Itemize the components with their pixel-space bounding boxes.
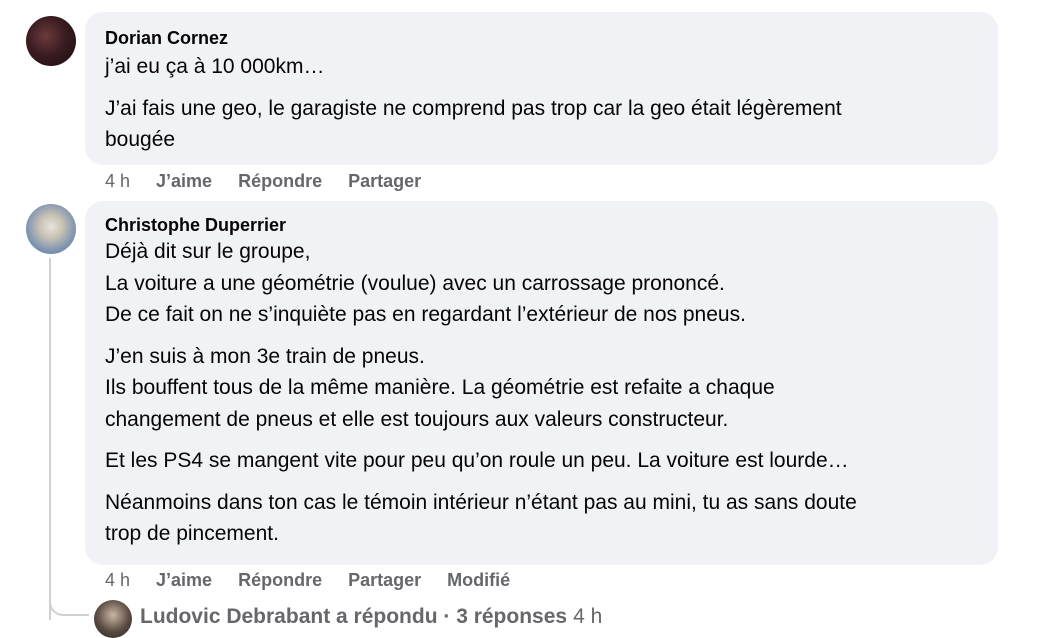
comment-body: j’ai eu ça à 10 000km… J’ai fais une geo… <box>105 51 998 156</box>
comment-text-line: Néanmoins dans ton cas le témoin intérie… <box>105 490 857 514</box>
thread-line <box>49 258 51 620</box>
comment-bubble: Dorian Cornez j’ai eu ça à 10 000km… J’a… <box>85 12 998 165</box>
comment-text-line: Ils bouffent tous de la même manière. La… <box>105 376 775 399</box>
comment-text-line: Et les PS4 se mangent vite pour peu qu’o… <box>105 449 849 472</box>
share-button[interactable]: Partager <box>348 569 421 591</box>
like-button[interactable]: J’aime <box>156 170 212 192</box>
reply-button[interactable]: Répondre <box>238 569 322 591</box>
comment-timestamp[interactable]: 4 h <box>105 170 130 192</box>
avatar-ludovic-debrabant <box>94 600 132 638</box>
avatar-christophe-duperrier[interactable] <box>26 204 76 254</box>
comment-text-line: Déjà dit sur le groupe, <box>105 240 311 263</box>
comment-text-line: De ce fait on ne s’inquiète pas en regar… <box>105 303 746 326</box>
comment-text-line: La voiture a une géométrie (voulue) avec… <box>105 271 725 295</box>
comment-author[interactable]: Christophe Duperrier <box>105 214 998 236</box>
comment-text-line: bougée <box>105 128 176 151</box>
reply-button[interactable]: Répondre <box>238 170 322 192</box>
avatar-dorian-cornez[interactable] <box>26 16 76 66</box>
comment-author[interactable]: Dorian Cornez <box>105 27 998 49</box>
share-button[interactable]: Partager <box>348 170 421 192</box>
comment-bubble: Christophe Duperrier Déjà dit sur le gro… <box>85 201 998 565</box>
comment-text-line: J’ai fais une geo, le garagiste ne compr… <box>105 96 842 120</box>
comment-text-line: trop de pincement. <box>105 522 279 545</box>
view-replies-link[interactable]: Ludovic Debrabant a répondu · 3 réponses… <box>140 604 602 630</box>
comment-text-line: changement de pneus et elle est toujours… <box>105 407 729 431</box>
like-button[interactable]: J’aime <box>156 569 212 591</box>
thread-connector <box>49 594 89 616</box>
comment-timestamp[interactable]: 4 h <box>105 569 130 591</box>
comment-text-line: J’en suis à mon 3e train de pneus. <box>105 344 425 368</box>
edited-label: Modifié <box>447 570 511 590</box>
comment-actions: 4 h J’aime Répondre Partager Modifié <box>105 569 536 591</box>
comment-body: Déjà dit sur le groupe, La voiture a une… <box>105 236 998 550</box>
comment-text-line: j’ai eu ça à 10 000km… <box>105 55 325 78</box>
comment-actions: 4 h J’aime Répondre Partager <box>105 170 447 192</box>
